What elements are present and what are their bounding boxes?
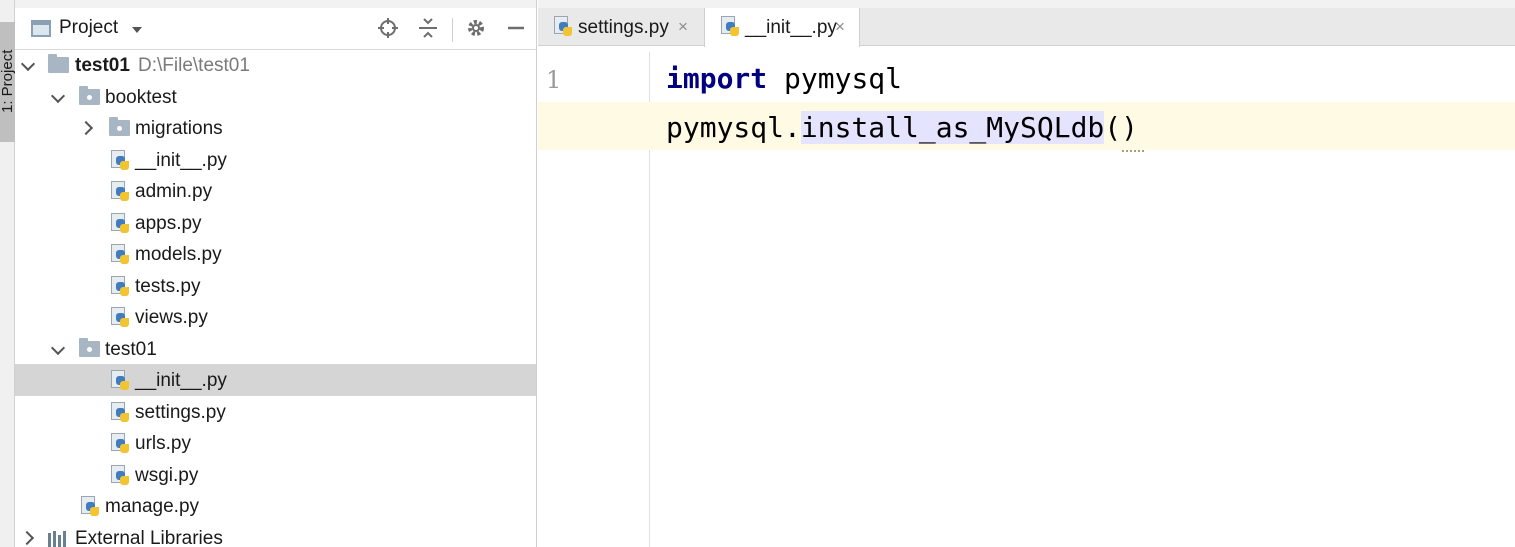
line-number: 1: [546, 66, 562, 94]
project-view-title[interactable]: Project: [59, 17, 118, 39]
editor: settings.py × __init__.py × 1 2 import p…: [538, 0, 1515, 547]
tree-item-label: apps.py: [135, 213, 202, 234]
gear-icon[interactable]: [464, 17, 488, 41]
chevron-down-icon[interactable]: [50, 87, 68, 105]
python-file-icon: [109, 244, 131, 266]
editor-tab-bar: settings.py × __init__.py ×: [538, 0, 1515, 47]
tool-window-stripe: 1: Project: [0, 0, 16, 547]
tree-item-label: test01: [75, 55, 130, 76]
project-window-icon: [31, 20, 51, 37]
python-file-icon: [109, 433, 131, 455]
python-file-icon: [109, 150, 131, 172]
tree-item-file[interactable]: wsgi.py: [15, 459, 536, 491]
tree-item-label: settings.py: [135, 402, 226, 423]
close-icon[interactable]: ×: [835, 17, 845, 37]
tree-item-file[interactable]: views.py: [15, 301, 536, 333]
python-file-icon: [109, 402, 131, 424]
tab-settings-py[interactable]: settings.py ×: [538, 8, 703, 46]
tree-item-test01-package[interactable]: test01: [15, 333, 536, 365]
tab-label: settings.py: [578, 17, 669, 38]
tab-init-py[interactable]: __init__.py ×: [704, 8, 860, 47]
package-folder-icon: [109, 117, 130, 136]
project-path: D:\File\test01: [138, 55, 250, 76]
tree-item-root[interactable]: test01 D:\File\test01: [15, 49, 536, 81]
tree-item-label: __init__.py: [135, 150, 227, 171]
python-file-icon: [109, 213, 131, 235]
code-line-1: import pymysql: [666, 62, 902, 95]
weak-warning-squiggle: [1122, 144, 1144, 152]
project-panel-header: Project: [15, 0, 536, 50]
minimize-icon[interactable]: [504, 17, 528, 41]
tree-item-label: admin.py: [135, 181, 213, 202]
tree-item-migrations[interactable]: migrations: [15, 112, 536, 144]
tree-item-booktest[interactable]: booktest: [15, 81, 536, 113]
tree-item-file[interactable]: admin.py: [15, 175, 536, 207]
python-file-icon: [109, 465, 131, 487]
tree-item-label: wsgi.py: [135, 465, 199, 486]
chevron-right-icon[interactable]: [20, 528, 38, 546]
keyword-import: import: [666, 62, 768, 95]
package-folder-icon: [79, 338, 100, 357]
chevron-down-icon[interactable]: [132, 27, 142, 33]
project-tool-window-label: 1: Project: [0, 50, 16, 114]
tree-item-label: urls.py: [135, 433, 191, 454]
tree-item-external-libraries[interactable]: External Libraries: [15, 522, 536, 547]
python-file-icon: [109, 181, 131, 203]
code-area[interactable]: import pymysql pymysql.install_as_MySQLd…: [538, 52, 1515, 547]
tree-item-label: views.py: [135, 307, 208, 328]
chevron-right-icon[interactable]: [79, 118, 97, 136]
python-file-icon: [552, 16, 574, 38]
chevron-down-icon[interactable]: [50, 339, 68, 357]
collapse-icon[interactable]: [416, 17, 440, 41]
tree-item-file[interactable]: models.py: [15, 238, 536, 270]
close-icon[interactable]: ×: [678, 17, 688, 37]
package-folder-icon: [79, 86, 100, 105]
library-icon: [48, 531, 68, 547]
project-tool-window-tab[interactable]: 1: Project: [0, 22, 16, 142]
tab-label: __init__.py: [745, 17, 837, 38]
tree-item-label: migrations: [135, 118, 223, 139]
tree-item-file[interactable]: apps.py: [15, 207, 536, 239]
code-line-2: pymysql.install_as_MySQLdb(): [666, 111, 1138, 144]
tabbar-top-strip: [538, 0, 1515, 8]
tree-item-label: External Libraries: [75, 528, 223, 547]
folder-icon: [48, 54, 69, 73]
tree-item-file[interactable]: __init__.py: [15, 144, 536, 176]
project-panel: Project test01 D:\File\test01 booktest m…: [15, 0, 537, 547]
code-parens: (): [1104, 111, 1139, 144]
python-file-icon: [109, 276, 131, 298]
tree-item-file-selected[interactable]: __init__.py: [15, 364, 536, 396]
tree-item-label: manage.py: [105, 496, 200, 517]
code-text: pymysql: [767, 62, 903, 95]
tree-item-label: test01: [105, 339, 157, 360]
tree-item-label: booktest: [105, 87, 177, 108]
code-text: pymysql.: [666, 111, 801, 144]
chevron-down-icon[interactable]: [20, 55, 38, 73]
tree-item-label: tests.py: [135, 276, 201, 297]
locate-icon[interactable]: [376, 17, 400, 41]
usage-highlight: install_as_MySQLdb: [800, 111, 1105, 144]
header-top-strip: [15, 0, 536, 8]
tree-item-file[interactable]: urls.py: [15, 427, 536, 459]
python-file-icon: [109, 370, 131, 392]
tree-item-file[interactable]: tests.py: [15, 270, 536, 302]
python-file-icon: [79, 496, 101, 518]
python-file-icon: [109, 307, 131, 329]
python-file-icon: [719, 16, 741, 38]
tree-item-file[interactable]: manage.py: [15, 490, 536, 522]
tree-item-label: __init__.py: [135, 370, 227, 391]
tree-item-file[interactable]: settings.py: [15, 396, 536, 428]
header-separator: [452, 18, 453, 42]
tree-item-label: models.py: [135, 244, 222, 265]
